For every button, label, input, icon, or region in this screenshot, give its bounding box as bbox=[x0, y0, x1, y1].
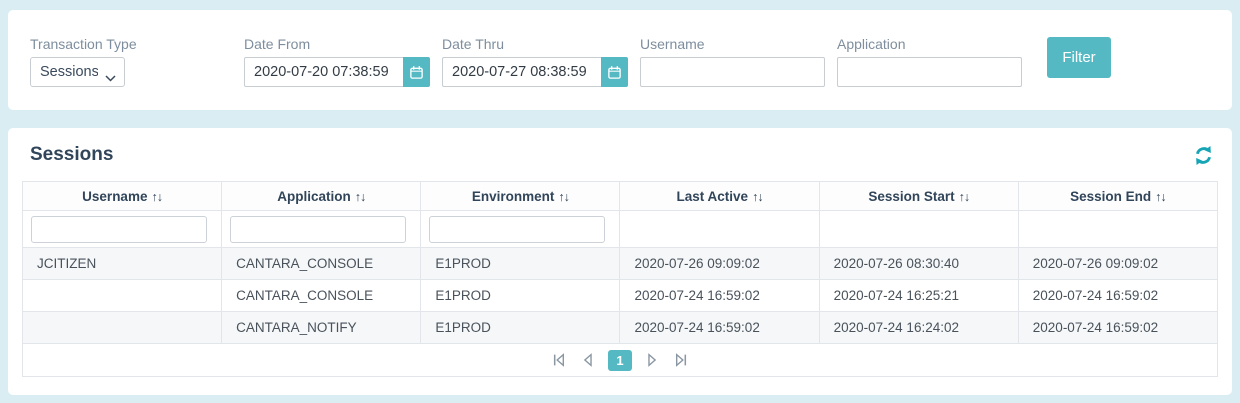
sessions-panel-header: Sessions bbox=[22, 144, 1218, 166]
filter-cell-session-end bbox=[1018, 211, 1217, 248]
next-page-button[interactable] bbox=[643, 351, 661, 369]
username-field: Username bbox=[640, 36, 825, 87]
column-header-application[interactable]: Application↑↓ bbox=[222, 182, 421, 211]
current-page-indicator[interactable]: 1 bbox=[608, 350, 632, 371]
previous-page-icon bbox=[581, 353, 595, 367]
date-thru-calendar-button[interactable] bbox=[601, 57, 628, 87]
date-thru-input[interactable] bbox=[442, 57, 601, 87]
username-label: Username bbox=[640, 36, 825, 52]
next-page-icon bbox=[645, 353, 659, 367]
cell-session-end: 2020-07-24 16:59:02 bbox=[1018, 312, 1217, 344]
table-row: CANTARA_CONSOLE E1PROD 2020-07-24 16:59:… bbox=[23, 280, 1218, 312]
application-field: Application bbox=[837, 36, 1022, 87]
filter-cell-session-start bbox=[819, 211, 1018, 248]
sessions-table: Username↑↓ Application↑↓ Environment↑↓ L… bbox=[22, 181, 1218, 377]
transaction-type-label: Transaction Type bbox=[30, 36, 232, 52]
username-column-filter-input[interactable] bbox=[31, 216, 207, 243]
application-column-filter-input[interactable] bbox=[230, 216, 406, 243]
filter-cell-last-active bbox=[620, 211, 819, 248]
sort-icon: ↑↓ bbox=[355, 190, 366, 204]
cell-application: CANTARA_CONSOLE bbox=[222, 248, 421, 280]
cell-application: CANTARA_CONSOLE bbox=[222, 280, 421, 312]
date-from-calendar-button[interactable] bbox=[403, 57, 430, 87]
calendar-icon bbox=[607, 65, 622, 80]
sort-icon: ↑↓ bbox=[151, 190, 162, 204]
cell-session-start: 2020-07-24 16:25:21 bbox=[819, 280, 1018, 312]
date-from-field: Date From bbox=[244, 36, 430, 87]
cell-username bbox=[23, 280, 222, 312]
date-from-input[interactable] bbox=[244, 57, 403, 87]
cell-application: CANTARA_NOTIFY bbox=[222, 312, 421, 344]
calendar-icon bbox=[409, 65, 424, 80]
cell-session-start: 2020-07-24 16:24:02 bbox=[819, 312, 1018, 344]
table-row: JCITIZEN CANTARA_CONSOLE E1PROD 2020-07-… bbox=[23, 248, 1218, 280]
cell-environment: E1PROD bbox=[421, 248, 620, 280]
cell-username bbox=[23, 312, 222, 344]
last-page-icon bbox=[674, 353, 688, 367]
first-page-button[interactable] bbox=[550, 351, 568, 369]
last-page-button[interactable] bbox=[672, 351, 690, 369]
filter-panel: Transaction Type Sessions Date From bbox=[8, 10, 1232, 110]
first-page-icon bbox=[552, 353, 566, 367]
sessions-panel: Sessions Username↑↓ Application↑↓ Enviro… bbox=[8, 128, 1232, 395]
date-thru-field: Date Thru bbox=[442, 36, 628, 87]
date-thru-label: Date Thru bbox=[442, 36, 628, 52]
filter-cell-environment bbox=[421, 211, 620, 248]
cell-last-active: 2020-07-26 09:09:02 bbox=[620, 248, 819, 280]
cell-last-active: 2020-07-24 16:59:02 bbox=[620, 280, 819, 312]
column-header-last-active[interactable]: Last Active↑↓ bbox=[620, 182, 819, 211]
sort-icon: ↑↓ bbox=[959, 190, 970, 204]
column-filter-row bbox=[23, 211, 1218, 248]
sort-icon: ↑↓ bbox=[1155, 190, 1166, 204]
refresh-button[interactable] bbox=[1193, 145, 1214, 166]
filter-cell-application bbox=[222, 211, 421, 248]
transaction-type-field: Transaction Type Sessions bbox=[30, 36, 232, 87]
cell-session-start: 2020-07-26 08:30:40 bbox=[819, 248, 1018, 280]
previous-page-button[interactable] bbox=[579, 351, 597, 369]
column-header-session-start[interactable]: Session Start↑↓ bbox=[819, 182, 1018, 211]
environment-column-filter-input[interactable] bbox=[429, 216, 605, 243]
transaction-type-select[interactable]: Sessions bbox=[30, 57, 125, 87]
date-from-label: Date From bbox=[244, 36, 430, 52]
pagination: 1 bbox=[23, 350, 1217, 371]
sort-icon: ↑↓ bbox=[558, 190, 569, 204]
column-header-username[interactable]: Username↑↓ bbox=[23, 182, 222, 211]
table-header-row: Username↑↓ Application↑↓ Environment↑↓ L… bbox=[23, 182, 1218, 211]
refresh-icon bbox=[1193, 145, 1214, 166]
column-header-session-end[interactable]: Session End↑↓ bbox=[1018, 182, 1217, 211]
filter-cell-username bbox=[23, 211, 222, 248]
cell-session-end: 2020-07-26 09:09:02 bbox=[1018, 248, 1217, 280]
cell-session-end: 2020-07-24 16:59:02 bbox=[1018, 280, 1217, 312]
cell-environment: E1PROD bbox=[421, 312, 620, 344]
cell-username: JCITIZEN bbox=[23, 248, 222, 280]
table-row: CANTARA_NOTIFY E1PROD 2020-07-24 16:59:0… bbox=[23, 312, 1218, 344]
panel-title: Sessions bbox=[30, 144, 113, 166]
username-input[interactable] bbox=[640, 57, 825, 87]
cell-last-active: 2020-07-24 16:59:02 bbox=[620, 312, 819, 344]
sort-icon: ↑↓ bbox=[752, 190, 763, 204]
cell-environment: E1PROD bbox=[421, 280, 620, 312]
filter-button[interactable]: Filter bbox=[1047, 37, 1111, 78]
column-header-environment[interactable]: Environment↑↓ bbox=[421, 182, 620, 211]
application-input[interactable] bbox=[837, 57, 1022, 87]
application-label: Application bbox=[837, 36, 1022, 52]
pagination-row: 1 bbox=[23, 344, 1218, 377]
